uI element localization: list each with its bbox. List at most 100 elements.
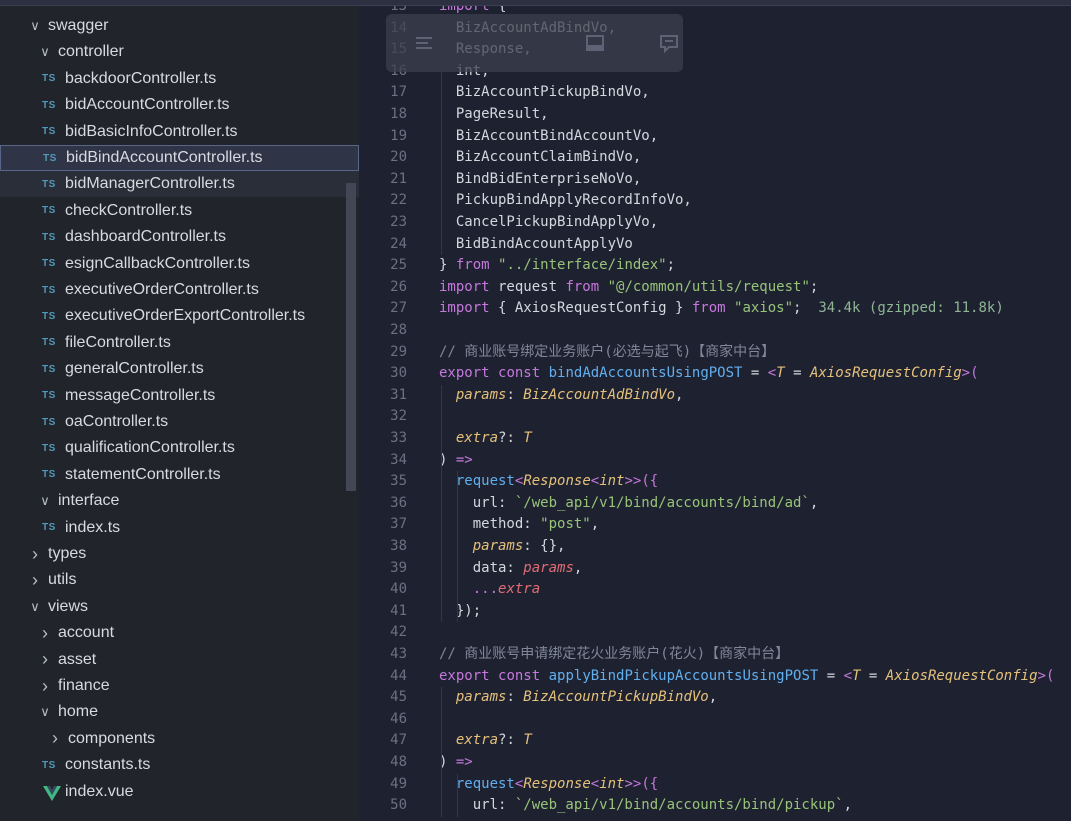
typescript-file-icon: TS	[42, 363, 56, 375]
code-line[interactable]: 41 });	[359, 601, 1071, 623]
tree-file[interactable]: TS bidAccountController.ts	[0, 92, 359, 118]
tree-file[interactable]: index.vue	[0, 779, 359, 805]
code-line[interactable]: 49 request<Response<int>>({	[359, 774, 1071, 796]
code-line[interactable]: 22 PickupBindApplyRecordInfoVo,	[359, 190, 1071, 212]
code-line[interactable]: 38 params: {},	[359, 536, 1071, 558]
tree-file[interactable]: TS bidBindAccountController.ts	[0, 145, 359, 171]
chevron-down-icon[interactable]: ∨	[38, 44, 52, 60]
tree-file[interactable]: TS bidManagerController.ts	[0, 171, 359, 198]
code-line[interactable]: 32	[359, 406, 1071, 428]
code-line[interactable]: 19 BizAccountBindAccountVo,	[359, 126, 1071, 148]
tree-folder[interactable]: › components	[0, 726, 359, 752]
chevron-down-icon[interactable]: ∨	[28, 18, 42, 34]
line-number: 21	[390, 170, 407, 187]
code-line[interactable]: 20 BizAccountClaimBindVo,	[359, 147, 1071, 169]
code-line[interactable]: 46	[359, 709, 1071, 731]
list-icon[interactable]	[413, 32, 435, 54]
comment-icon[interactable]	[658, 32, 680, 54]
tree-file[interactable]: TS executiveOrderController.ts	[0, 277, 359, 303]
code-line[interactable]: 30 export const bindAdAccountsUsingPOST =…	[359, 363, 1071, 385]
code-text: CancelPickupBindApplyVo,	[439, 214, 659, 230]
tree-file[interactable]: TS generalController.ts	[0, 356, 359, 382]
tree-folder[interactable]: › account	[0, 620, 359, 646]
sidebar-panel-icon[interactable]	[584, 32, 606, 54]
code-line[interactable]: 47 extra?: T	[359, 730, 1071, 752]
chevron-right-icon[interactable]: ›	[28, 570, 42, 591]
typescript-file-icon: TS	[42, 310, 56, 322]
tree-file[interactable]: TS dashboardController.ts	[0, 224, 359, 250]
line-number: 26	[390, 278, 407, 295]
chevron-right-icon[interactable]: ›	[38, 649, 52, 670]
tree-file[interactable]: TS esignCallbackController.ts	[0, 251, 359, 277]
tree-item-label: statementController.ts	[65, 465, 221, 483]
tree-file[interactable]: TS bidBasicInfoController.ts	[0, 119, 359, 145]
code-line[interactable]: 37 method: "post",	[359, 514, 1071, 536]
code-line[interactable]: 42	[359, 622, 1071, 644]
line-number: 19	[390, 127, 407, 144]
code-line[interactable]: 45 params: BizAccountPickupBindVo,	[359, 687, 1071, 709]
code-line[interactable]: 50 url: `/web_api/v1/bind/accounts/bind/…	[359, 795, 1071, 817]
chevron-down-icon[interactable]: ∨	[38, 704, 52, 720]
code-text: ...extra	[472, 581, 541, 598]
code-line[interactable]: 21 BindBidEnterpriseNoVo,	[359, 169, 1071, 191]
code-line[interactable]: 25} from "../interface/index";	[359, 255, 1071, 277]
tree-folder[interactable]: ∨ home	[0, 699, 359, 725]
tree-file[interactable]: TS executiveOrderExportController.ts	[0, 303, 359, 329]
code-line[interactable]: 28	[359, 320, 1071, 342]
code-line[interactable]: 43 // 商业账号申请绑定花火业务账户(花火)【商家中台】	[359, 644, 1071, 666]
code-line[interactable]: 23 CancelPickupBindApplyVo,	[359, 212, 1071, 234]
typescript-file-icon: TS	[42, 73, 56, 85]
tree-folder[interactable]: › utils	[0, 567, 359, 593]
tree-file[interactable]: TS backdoorController.ts	[0, 66, 359, 92]
sidebar-scrollbar[interactable]	[346, 183, 356, 491]
code-line[interactable]: 17 BizAccountPickupBindVo,	[359, 82, 1071, 104]
tree-file[interactable]: TS index.ts	[0, 515, 359, 541]
tree-folder[interactable]: ∨ interface	[0, 488, 359, 514]
tree-folder[interactable]: ∨ controller	[0, 39, 359, 65]
code-line[interactable]: 33 extra?: T	[359, 428, 1071, 450]
typescript-file-icon: TS	[43, 152, 57, 164]
chevron-right-icon[interactable]: ›	[38, 623, 52, 644]
code-text: data: params,	[439, 559, 583, 576]
tree-folder[interactable]: › asset	[0, 647, 359, 673]
code-line[interactable]: 18 PageResult,	[359, 104, 1071, 126]
line-number: 32	[390, 408, 407, 425]
line-number: 25	[390, 257, 407, 274]
code-line[interactable]: 44 export const applyBindPickupAccountsUs…	[359, 666, 1071, 688]
tree-item-label: messageController.ts	[65, 386, 216, 404]
code-line[interactable]: 48) =>	[359, 752, 1071, 774]
tree-folder[interactable]: ∨ swagger	[0, 13, 359, 39]
chevron-down-icon[interactable]: ∨	[28, 599, 42, 615]
code-line[interactable]: 29 // 商业账号绑定业务账户(必选与起飞)【商家中台】	[359, 342, 1071, 364]
code-line[interactable]: 39 data: params,	[359, 558, 1071, 580]
code-line[interactable]: 36 url: `/web_api/v1/bind/accounts/bind/…	[359, 493, 1071, 515]
code-line[interactable]: 40 ...extra	[359, 579, 1071, 601]
chevron-right-icon[interactable]: ›	[28, 544, 42, 565]
chevron-right-icon[interactable]: ›	[38, 676, 52, 697]
tree-file[interactable]: TS qualificationController.ts	[0, 435, 359, 461]
tree-file[interactable]: TS constants.ts	[0, 752, 359, 778]
code-line[interactable]: 35 request<Response<int>>({	[359, 471, 1071, 493]
code-line[interactable]: 34) =>	[359, 450, 1071, 472]
tree-file[interactable]: TS messageController.ts	[0, 383, 359, 409]
tree-item-label: bidManagerController.ts	[65, 175, 235, 193]
code-text: params: BizAccountAdBindVo,	[455, 386, 684, 403]
line-number: 20	[390, 149, 407, 166]
tree-file[interactable]: TS statementController.ts	[0, 462, 359, 488]
code-line[interactable]: 31 params: BizAccountAdBindVo,	[359, 385, 1071, 407]
tree-file[interactable]: TS oaController.ts	[0, 409, 359, 435]
chevron-down-icon[interactable]: ∨	[38, 493, 52, 509]
tree-folder[interactable]: › types	[0, 541, 359, 567]
tree-file[interactable]: TS checkController.ts	[0, 198, 359, 224]
line-number: 36	[390, 494, 407, 511]
tree-file[interactable]: TS fileController.ts	[0, 330, 359, 356]
tree-folder[interactable]: ∨ views	[0, 594, 359, 620]
tree-folder[interactable]: › finance	[0, 673, 359, 699]
chevron-right-icon[interactable]: ›	[48, 728, 62, 749]
code-line[interactable]: 27 import { AxiosRequestConfig } from "ax…	[359, 298, 1071, 320]
code-line[interactable]: 26 import request from "@/common/utils/re…	[359, 277, 1071, 299]
code-editor[interactable]: 50 url: `/web_api/v1/bind/accounts/bind/…	[359, 6, 1071, 821]
code-line[interactable]: 24 BidBindAccountApplyVo	[359, 234, 1071, 256]
code-text: url: `/web_api/v1/bind/accounts/bind/pic…	[439, 797, 853, 814]
code-text: extra?: T	[455, 732, 532, 749]
